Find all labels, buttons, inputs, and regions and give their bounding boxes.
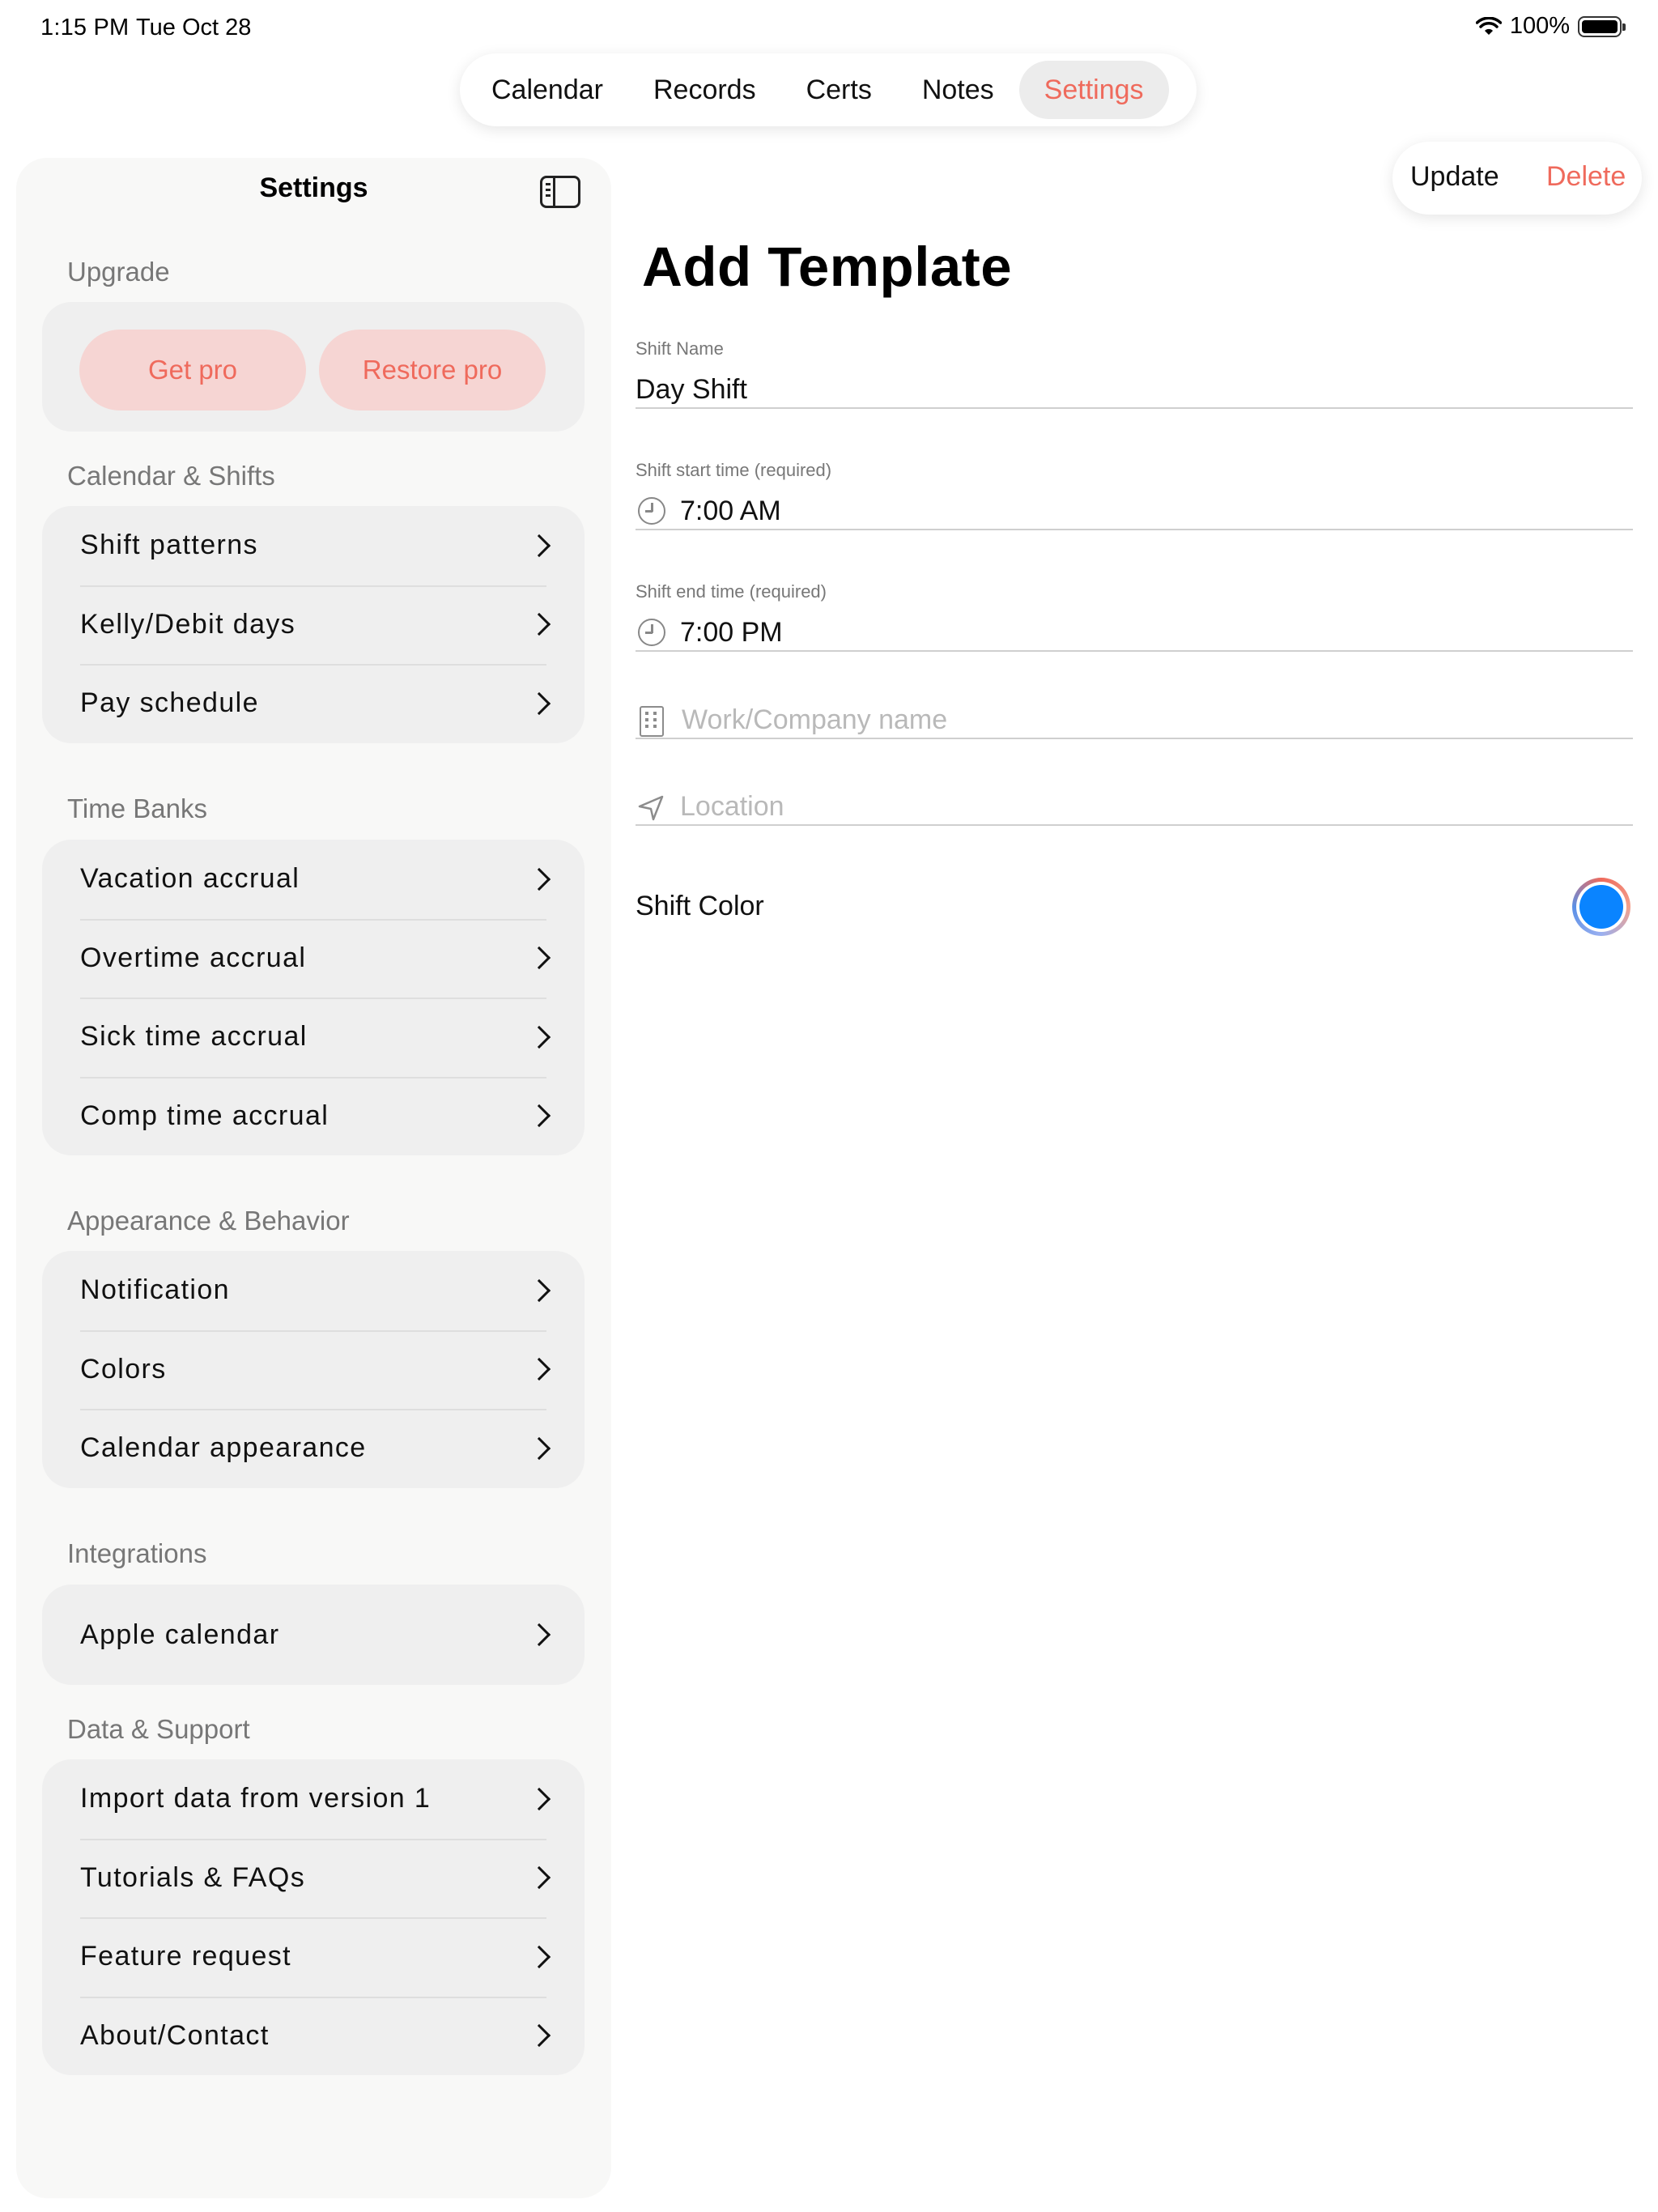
chevron-right-icon xyxy=(527,1866,551,1890)
restore-pro-button[interactable]: Restore pro xyxy=(319,330,546,410)
company-name-input[interactable]: Work/Company name xyxy=(682,704,947,736)
template-actions: Update Delete xyxy=(1392,142,1642,215)
settings-item-label: Shift patterns xyxy=(80,530,258,561)
settings-item-overtime-accrual[interactable]: Overtime accrual xyxy=(42,918,585,998)
settings-sidebar: Settings Upgrade Get pro Restore pro Cal… xyxy=(16,158,611,2198)
settings-item-label: Sick time accrual xyxy=(80,1021,308,1053)
data-support-group: Import data from version 1 Tutorials & F… xyxy=(42,1759,585,2075)
battery-percent: 100% xyxy=(1509,13,1570,39)
shift-name-input[interactable]: Day Shift xyxy=(636,374,747,406)
battery-icon xyxy=(1578,15,1626,37)
section-label-calendar-shifts: Calendar & Shifts xyxy=(67,461,275,491)
settings-item-sick-time-accrual[interactable]: Sick time accrual xyxy=(42,998,585,1077)
calendar-shifts-group: Shift patterns Kelly/Debit days Pay sche… xyxy=(42,506,585,743)
delete-button[interactable]: Delete xyxy=(1546,161,1626,193)
settings-item-import-data[interactable]: Import data from version 1 xyxy=(42,1759,585,1839)
tab-settings[interactable]: Settings xyxy=(1018,61,1169,119)
time-banks-group: Vacation accrual Overtime accrual Sick t… xyxy=(42,840,585,1155)
selected-color-dot xyxy=(1579,885,1623,929)
status-indicators: 100% xyxy=(1475,13,1626,40)
settings-item-label: Comp time accrual xyxy=(80,1100,329,1131)
chevron-right-icon xyxy=(527,2024,551,2048)
section-label-time-banks: Time Banks xyxy=(67,793,207,823)
settings-item-shift-patterns[interactable]: Shift patterns xyxy=(42,506,585,585)
chevron-right-icon xyxy=(527,691,551,715)
settings-item-colors[interactable]: Colors xyxy=(42,1329,585,1410)
settings-item-label: Apple calendar xyxy=(80,1619,280,1650)
company-name-underline xyxy=(636,738,1633,739)
settings-item-tutorials-faqs[interactable]: Tutorials & FAQs xyxy=(42,1838,585,1918)
chevron-right-icon xyxy=(527,1436,551,1460)
shift-name-label: Shift Name xyxy=(636,338,724,359)
end-time-label: Shift end time (required) xyxy=(636,581,827,602)
location-arrow-icon xyxy=(638,795,664,821)
settings-item-pay-schedule[interactable]: Pay schedule xyxy=(42,664,585,743)
chevron-right-icon xyxy=(527,1787,551,1810)
page-title: Add Template xyxy=(642,236,1013,298)
chevron-right-icon xyxy=(527,1358,551,1381)
status-time: 1:15 PM xyxy=(40,15,130,40)
settings-item-label: Import data from version 1 xyxy=(80,1783,432,1814)
settings-item-label: Colors xyxy=(80,1353,167,1385)
wifi-icon xyxy=(1475,16,1502,35)
end-time-underline xyxy=(636,650,1633,652)
building-icon xyxy=(640,706,664,737)
settings-item-label: Overtime accrual xyxy=(80,942,307,973)
settings-item-about-contact[interactable]: About/Contact xyxy=(42,1996,585,2076)
update-button[interactable]: Update xyxy=(1410,161,1499,193)
resize-handle-icon xyxy=(1607,2150,1658,2212)
chevron-right-icon xyxy=(527,1025,551,1049)
location-underline xyxy=(636,824,1633,826)
start-time-input[interactable]: 7:00 AM xyxy=(680,496,781,527)
settings-item-kelly-debit-days[interactable]: Kelly/Debit days xyxy=(42,585,585,665)
sidebar-toggle-icon[interactable] xyxy=(540,176,580,208)
settings-item-label: About/Contact xyxy=(80,2019,270,2051)
settings-item-label: Vacation accrual xyxy=(80,863,300,895)
settings-item-label: Pay schedule xyxy=(80,687,259,719)
end-time-input[interactable]: 7:00 PM xyxy=(680,617,783,649)
tab-certs[interactable]: Certs xyxy=(781,61,897,119)
chevron-right-icon xyxy=(527,1945,551,1968)
chevron-right-icon xyxy=(527,613,551,636)
settings-item-apple-calendar[interactable]: Apple calendar xyxy=(42,1585,585,1685)
tab-records[interactable]: Records xyxy=(628,61,781,119)
section-label-appearance-behavior: Appearance & Behavior xyxy=(67,1206,350,1236)
settings-item-label: Feature request xyxy=(80,1941,292,1972)
integrations-group: Apple calendar xyxy=(42,1585,585,1685)
settings-item-label: Kelly/Debit days xyxy=(80,608,296,640)
section-label-data-support: Data & Support xyxy=(67,1714,250,1744)
clock-icon xyxy=(638,619,665,646)
settings-item-calendar-appearance[interactable]: Calendar appearance xyxy=(42,1409,585,1488)
top-tab-bar: Calendar Records Certs Notes Settings xyxy=(460,53,1197,126)
shift-color-picker[interactable] xyxy=(1572,878,1630,936)
location-input[interactable]: Location xyxy=(680,791,784,823)
tab-notes[interactable]: Notes xyxy=(897,61,1019,119)
settings-item-feature-request[interactable]: Feature request xyxy=(42,1917,585,1997)
start-time-label: Shift start time (required) xyxy=(636,460,832,480)
tab-calendar[interactable]: Calendar xyxy=(466,61,628,119)
start-time-underline xyxy=(636,529,1633,530)
section-label-integrations: Integrations xyxy=(67,1538,207,1568)
settings-item-label: Calendar appearance xyxy=(80,1432,367,1464)
chevron-right-icon xyxy=(527,1278,551,1302)
settings-item-label: Notification xyxy=(80,1274,230,1306)
get-pro-button[interactable]: Get pro xyxy=(79,330,306,410)
shift-name-underline xyxy=(636,407,1633,409)
shift-color-label: Shift Color xyxy=(636,891,764,921)
settings-item-label: Tutorials & FAQs xyxy=(80,1861,306,1893)
sidebar-title: Settings xyxy=(259,172,368,203)
settings-item-notification[interactable]: Notification xyxy=(42,1251,585,1330)
status-date: Tue Oct 28 xyxy=(136,15,252,40)
settings-item-comp-time-accrual[interactable]: Comp time accrual xyxy=(42,1076,585,1156)
chevron-right-icon xyxy=(527,534,551,557)
chevron-right-icon xyxy=(527,1623,551,1647)
section-label-upgrade: Upgrade xyxy=(67,257,170,287)
chevron-right-icon xyxy=(527,867,551,891)
appearance-behavior-group: Notification Colors Calendar appearance xyxy=(42,1251,585,1488)
settings-item-vacation-accrual[interactable]: Vacation accrual xyxy=(42,840,585,919)
chevron-right-icon xyxy=(527,1104,551,1128)
clock-icon xyxy=(638,497,665,525)
chevron-right-icon xyxy=(527,946,551,970)
